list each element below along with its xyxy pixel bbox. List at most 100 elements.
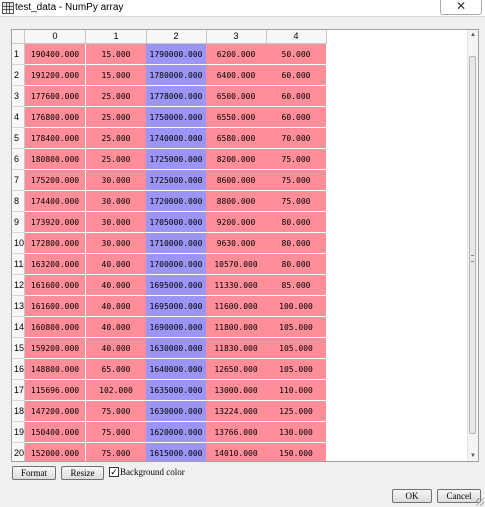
table-cell[interactable]: 15.000 <box>86 65 147 86</box>
table-cell[interactable]: 11830.000 <box>206 338 267 359</box>
row-header[interactable]: 2 <box>12 65 25 86</box>
table-cell[interactable]: 190400.000 <box>25 44 86 65</box>
table-cell[interactable]: 105.000 <box>266 317 327 338</box>
resize-button[interactable]: Resize <box>61 466 104 480</box>
column-header-0[interactable]: 0 <box>25 30 86 43</box>
row-header[interactable]: 20 <box>12 443 25 461</box>
format-button[interactable]: Format <box>12 466 56 480</box>
table-cell[interactable]: 1725000.000 <box>146 149 207 170</box>
table-cell[interactable]: 70.000 <box>266 128 327 149</box>
column-header-4[interactable]: 4 <box>266 30 327 43</box>
table-cell[interactable]: 80.000 <box>266 212 327 233</box>
table-cell[interactable]: 1695000.000 <box>146 275 207 296</box>
table-cell[interactable]: 60.000 <box>266 86 327 107</box>
table-cell[interactable]: 1620000.000 <box>146 422 207 443</box>
table-cell[interactable]: 161600.000 <box>25 275 86 296</box>
row-header[interactable]: 1 <box>12 44 25 65</box>
table-cell[interactable]: 30.000 <box>86 212 147 233</box>
table-cell[interactable]: 1720000.000 <box>146 191 207 212</box>
table-cell[interactable]: 9200.000 <box>206 212 267 233</box>
table-cell[interactable]: 11600.000 <box>206 296 267 317</box>
table-cell[interactable]: 30.000 <box>86 191 147 212</box>
table-cell[interactable]: 6580.000 <box>206 128 267 149</box>
table-cell[interactable]: 147200.000 <box>25 401 86 422</box>
table-cell[interactable]: 173920.000 <box>25 212 86 233</box>
table-cell[interactable]: 65.000 <box>86 359 147 380</box>
table-cell[interactable]: 30.000 <box>86 170 147 191</box>
table-cell[interactable]: 100.000 <box>266 296 327 317</box>
table-cell[interactable]: 50.000 <box>266 44 327 65</box>
row-header[interactable]: 18 <box>12 401 25 422</box>
table-cell[interactable]: 1750000.000 <box>146 107 207 128</box>
table-cell[interactable]: 6200.000 <box>206 44 267 65</box>
table-cell[interactable]: 152000.000 <box>25 443 86 461</box>
table-cell[interactable]: 40.000 <box>86 317 147 338</box>
table-cell[interactable]: 6400.000 <box>206 65 267 86</box>
table-cell[interactable]: 75.000 <box>266 170 327 191</box>
table-cell[interactable]: 1725000.000 <box>146 170 207 191</box>
table-cell[interactable]: 40.000 <box>86 338 147 359</box>
table-cell[interactable]: 105.000 <box>266 359 327 380</box>
table-cell[interactable]: 105.000 <box>266 338 327 359</box>
array-table[interactable]: 01234 1 190400.000 15.000 1790000.000 6200.0… <box>11 29 479 462</box>
row-header[interactable]: 16 <box>12 359 25 380</box>
table-cell[interactable]: 1705000.000 <box>146 212 207 233</box>
table-cell[interactable]: 40.000 <box>86 296 147 317</box>
table-cell[interactable]: 14010.000 <box>206 443 267 461</box>
table-cell[interactable]: 1640000.000 <box>146 359 207 380</box>
row-header[interactable]: 9 <box>12 212 25 233</box>
column-header-3[interactable]: 3 <box>206 30 267 43</box>
row-header[interactable]: 14 <box>12 317 25 338</box>
table-cell[interactable]: 150.000 <box>266 443 327 461</box>
table-cell[interactable]: 85.000 <box>266 275 327 296</box>
row-header[interactable]: 7 <box>12 170 25 191</box>
table-cell[interactable]: 8800.000 <box>206 191 267 212</box>
table-cell[interactable]: 160800.000 <box>25 317 86 338</box>
table-cell[interactable]: 6550.000 <box>206 107 267 128</box>
background-color-checkbox[interactable]: ✓ <box>109 467 119 477</box>
table-cell[interactable]: 1615000.000 <box>146 443 207 461</box>
table-cell[interactable]: 1700000.000 <box>146 254 207 275</box>
table-cell[interactable]: 30.000 <box>86 233 147 254</box>
ok-button[interactable]: OK <box>392 489 432 503</box>
table-cell[interactable]: 159200.000 <box>25 338 86 359</box>
table-cell[interactable]: 75.000 <box>86 443 147 461</box>
table-cell[interactable]: 25.000 <box>86 86 147 107</box>
table-cell[interactable]: 25.000 <box>86 128 147 149</box>
table-cell[interactable]: 161600.000 <box>25 296 86 317</box>
table-cell[interactable]: 130.000 <box>266 422 327 443</box>
table-cell[interactable]: 25.000 <box>86 107 147 128</box>
vertical-scrollbar[interactable]: ▲ ▼ <box>467 30 478 461</box>
table-cell[interactable]: 25.000 <box>86 149 147 170</box>
table-cell[interactable]: 11330.000 <box>206 275 267 296</box>
table-cell[interactable]: 1695000.000 <box>146 296 207 317</box>
table-cell[interactable]: 75.000 <box>266 149 327 170</box>
table-cell[interactable]: 13766.000 <box>206 422 267 443</box>
row-header[interactable]: 17 <box>12 380 25 401</box>
table-cell[interactable]: 115696.000 <box>25 380 86 401</box>
column-header-1[interactable]: 1 <box>86 30 147 43</box>
cancel-button[interactable]: Cancel <box>437 489 481 503</box>
table-cell[interactable]: 10570.000 <box>206 254 267 275</box>
row-header[interactable]: 5 <box>12 128 25 149</box>
table-cell[interactable]: 9630.000 <box>206 233 267 254</box>
table-cell[interactable]: 8600.000 <box>206 170 267 191</box>
table-cell[interactable]: 1690000.000 <box>146 317 207 338</box>
table-cell[interactable]: 75.000 <box>266 191 327 212</box>
table-cell[interactable]: 191200.000 <box>25 65 86 86</box>
row-header[interactable]: 19 <box>12 422 25 443</box>
row-header[interactable]: 4 <box>12 107 25 128</box>
table-cell[interactable]: 1635000.000 <box>146 380 207 401</box>
table-cell[interactable]: 15.000 <box>86 44 147 65</box>
table-cell[interactable]: 80.000 <box>266 254 327 275</box>
table-cell[interactable]: 13224.000 <box>206 401 267 422</box>
table-cell[interactable]: 148800.000 <box>25 359 86 380</box>
table-cell[interactable]: 1710000.000 <box>146 233 207 254</box>
row-header[interactable]: 11 <box>12 254 25 275</box>
table-cell[interactable]: 12650.000 <box>206 359 267 380</box>
table-cell[interactable]: 75.000 <box>86 422 147 443</box>
row-header[interactable]: 15 <box>12 338 25 359</box>
window-resize-grip-icon[interactable] <box>476 498 484 506</box>
table-cell[interactable]: 163200.000 <box>25 254 86 275</box>
table-cell[interactable]: 13000.000 <box>206 380 267 401</box>
